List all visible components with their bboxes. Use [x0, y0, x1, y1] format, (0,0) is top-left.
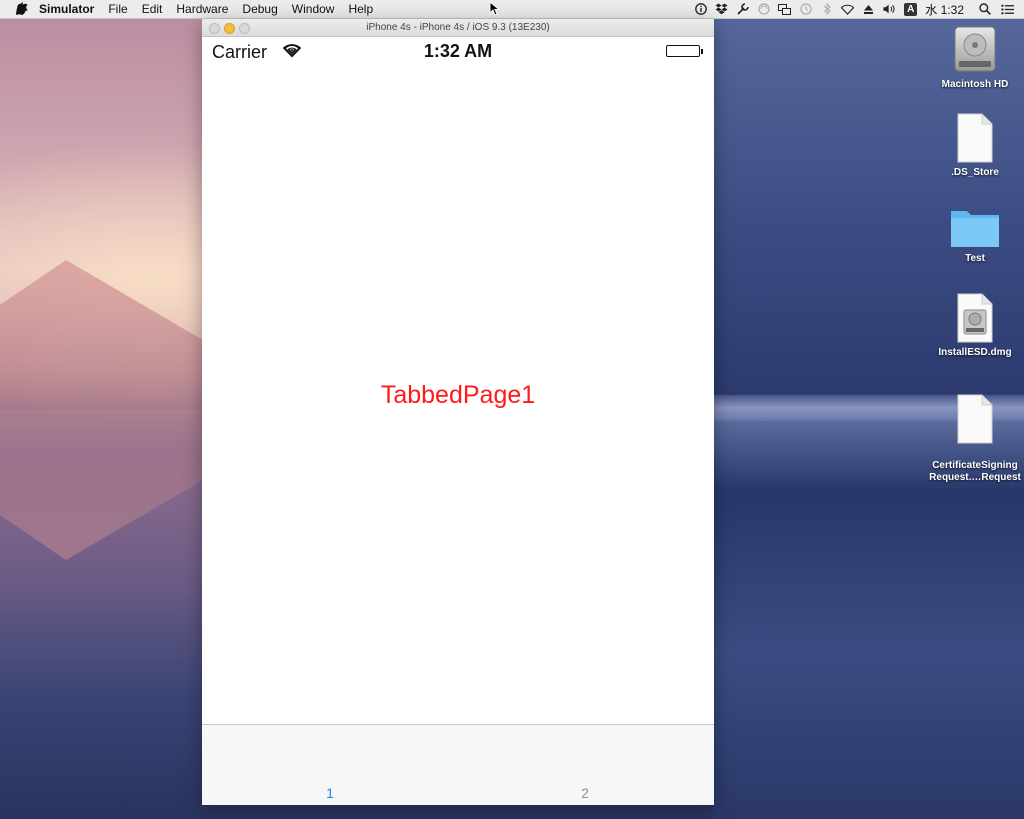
desktop-icon-macintosh-hd[interactable]: Macintosh HD: [927, 23, 1023, 91]
desktop-icon-label: CertificateSigning Request.…Request: [929, 460, 1021, 483]
disk-image-icon: [957, 293, 993, 343]
dropbox-icon[interactable]: [715, 3, 728, 16]
desktop-icon-test-folder[interactable]: Test: [927, 207, 1023, 265]
menu-edit[interactable]: Edit: [142, 2, 163, 16]
eject-icon[interactable]: [862, 3, 875, 16]
menu-help[interactable]: Help: [348, 2, 373, 16]
document-icon: [957, 394, 993, 444]
desktop-icon-label: Macintosh HD: [941, 79, 1009, 90]
simulator-window: iPhone 4s - iPhone 4s / iOS 9.3 (13E230)…: [202, 19, 714, 805]
battery-icon: [666, 45, 700, 57]
mouse-cursor-icon: [489, 0, 501, 21]
wallpaper-mountain-reflection: [0, 410, 220, 560]
display-icon[interactable]: [778, 3, 792, 16]
time-machine-icon[interactable]: [799, 3, 812, 16]
apple-menu-icon[interactable]: [15, 2, 29, 16]
close-window-button[interactable]: [209, 23, 220, 34]
desktop-icon-label: Test: [965, 253, 985, 264]
iphone-screen: Carrier 1:32 AM TabbedPage1 1 2: [202, 37, 714, 805]
minimize-window-button[interactable]: [224, 23, 235, 34]
wifi-icon[interactable]: [841, 3, 855, 16]
hard-drive-icon: [954, 26, 996, 72]
menu-app-name[interactable]: Simulator: [39, 2, 94, 16]
bluetooth-icon[interactable]: [820, 3, 833, 16]
menu-debug[interactable]: Debug: [242, 2, 277, 16]
desktop-icon-ds-store[interactable]: .DS_Store: [927, 113, 1023, 179]
desktop-icon-label: InstallESD.dmg: [938, 347, 1012, 358]
menu-bar: Simulator File Edit Hardware Debug Windo…: [0, 0, 1024, 19]
tabbed-page-label: TabbedPage1: [380, 381, 536, 409]
menu-hardware[interactable]: Hardware: [176, 2, 228, 16]
spotlight-search-icon[interactable]: [978, 3, 991, 16]
tools-icon[interactable]: [736, 3, 749, 16]
zoom-window-button[interactable]: [239, 23, 250, 34]
menu-clock[interactable]: 水 1:32: [925, 1, 964, 18]
tab-1[interactable]: 1: [310, 785, 350, 801]
document-icon: [957, 113, 993, 163]
menu-file[interactable]: File: [108, 2, 127, 16]
desktop-icon-label: .DS_Store: [951, 167, 999, 178]
desktop-icon-certificate-request[interactable]: CertificateSigning Request.…Request: [927, 382, 1023, 484]
menu-extras: A 水 1:32: [686, 0, 1024, 18]
simulator-title-bar[interactable]: iPhone 4s - iPhone 4s / iOS 9.3 (13E230): [202, 19, 714, 37]
desktop-icon-installesd[interactable]: InstallESD.dmg: [927, 293, 1023, 359]
menu-window[interactable]: Window: [292, 2, 335, 16]
battery-tip: [701, 49, 703, 54]
tab-2[interactable]: 2: [565, 785, 605, 801]
window-title: iPhone 4s - iPhone 4s / iOS 9.3 (13E230): [366, 22, 550, 33]
sync-icon[interactable]: [757, 3, 770, 16]
input-source-icon[interactable]: A: [904, 2, 918, 16]
info-icon[interactable]: [694, 3, 707, 16]
ios-status-bar: Carrier 1:32 AM: [202, 37, 714, 67]
wallpaper-mountain: [0, 260, 220, 410]
folder-icon: [951, 211, 999, 247]
volume-icon[interactable]: [883, 3, 896, 16]
status-time: 1:32 AM: [423, 41, 493, 61]
tab-bar: 1 2: [202, 724, 714, 805]
notification-center-icon[interactable]: [1001, 3, 1014, 16]
